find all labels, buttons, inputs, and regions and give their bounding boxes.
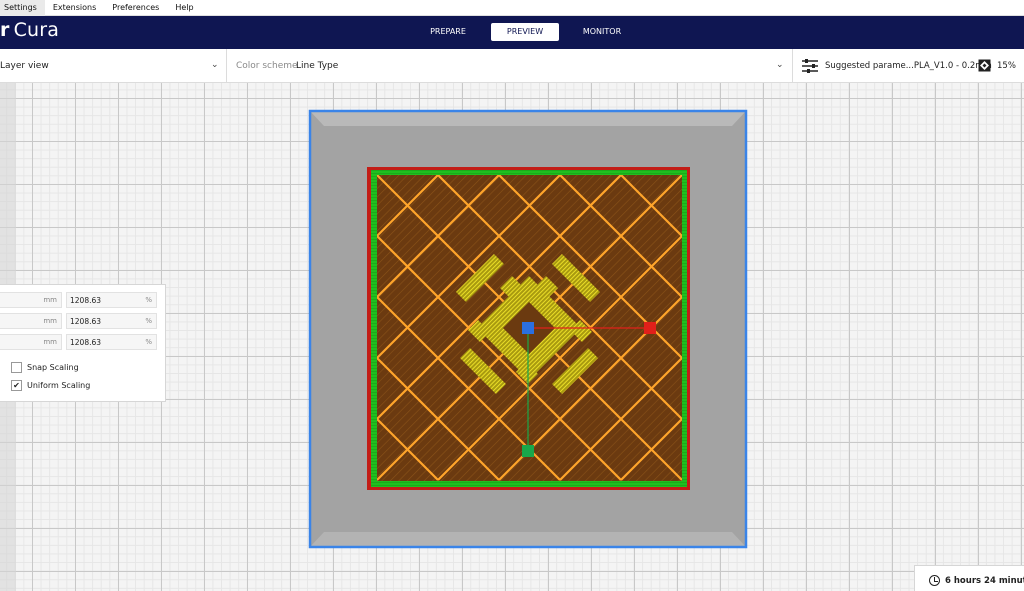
view-toolbar: Layer view ⌄ Color scheme Line Type ⌄ Su… — [0, 49, 1024, 83]
unit-label: mm — [43, 296, 57, 304]
build-plate-scene[interactable] — [300, 104, 760, 554]
scale-x-mm-field[interactable]: mm — [0, 292, 62, 308]
infill-value: 15% — [997, 61, 1016, 71]
chevron-down-icon: ⌄ — [776, 60, 784, 70]
uniform-scaling-option[interactable]: ✔ Uniform Scaling — [11, 379, 90, 391]
unit-label: mm — [43, 338, 57, 346]
sliders-icon — [802, 59, 818, 73]
brand-fragment: r — [0, 19, 10, 41]
percent-value: 1208.63 — [70, 338, 102, 347]
snap-scaling-option[interactable]: Snap Scaling — [11, 361, 79, 373]
scale-row-x: mm 1208.63 % — [0, 292, 160, 308]
menu-preferences[interactable]: Preferences — [104, 0, 167, 16]
print-settings-button[interactable]: Suggested parame...PLA_V1.0 - 0.2mm 15% — [794, 49, 1024, 83]
print-time: 6 hours 24 minutes — [945, 576, 1024, 586]
percent-value: 1208.63 — [70, 296, 102, 305]
menu-extensions[interactable]: Extensions — [45, 0, 104, 16]
scale-row-z: mm 1208.63 % — [0, 334, 160, 350]
tab-monitor[interactable]: MONITOR — [568, 23, 636, 41]
scale-y-mm-field[interactable]: mm — [0, 313, 62, 329]
snap-scaling-label: Snap Scaling — [27, 362, 79, 372]
view-type-label: Layer view — [0, 61, 49, 71]
print-time-panel[interactable]: 6 hours 24 minutes — [914, 565, 1024, 591]
scale-z-mm-field[interactable]: mm — [0, 334, 62, 350]
print-profile-name: Suggested parame...PLA_V1.0 - 0.2mm — [825, 61, 992, 71]
view-type-select[interactable]: Layer view ⌄ — [0, 49, 227, 83]
clock-icon — [929, 575, 940, 586]
unit-label: % — [145, 338, 152, 346]
scale-y-percent-field[interactable]: 1208.63 % — [66, 313, 157, 329]
unit-label: mm — [43, 317, 57, 325]
menu-help[interactable]: Help — [167, 0, 201, 16]
tab-prepare[interactable]: PREPARE — [414, 23, 482, 41]
scale-z-percent-field[interactable]: 1208.63 % — [66, 334, 157, 350]
snap-scaling-checkbox[interactable] — [11, 361, 22, 373]
color-scheme-select[interactable]: Color scheme Line Type ⌄ — [228, 49, 793, 83]
app-header: r Cura PREPARE PREVIEW MONITOR — [0, 16, 1024, 49]
uniform-scaling-checkbox[interactable]: ✔ — [11, 379, 22, 391]
color-scheme-caption: Color scheme — [236, 61, 298, 71]
app-brand: r Cura — [0, 19, 59, 41]
unit-label: % — [145, 296, 152, 304]
color-scheme-value: Line Type — [296, 61, 339, 71]
scale-x-percent-field[interactable]: 1208.63 % — [66, 292, 157, 308]
infill-icon — [978, 59, 991, 72]
scale-tool-panel: mm 1208.63 % mm 1208.63 % mm 1208.63 % S… — [0, 284, 166, 402]
tab-preview[interactable]: PREVIEW — [491, 23, 559, 41]
brand-name: Cura — [13, 19, 60, 41]
stage-tabs: PREPARE PREVIEW MONITOR — [414, 23, 645, 41]
menu-bar: Settings Extensions Preferences Help — [0, 0, 1024, 16]
build-volume-bottom-face — [310, 532, 746, 547]
chevron-down-icon: ⌄ — [211, 60, 219, 70]
percent-value: 1208.63 — [70, 317, 102, 326]
z-axis-handle[interactable] — [522, 322, 534, 334]
scale-row-y: mm 1208.63 % — [0, 313, 160, 329]
unit-label: % — [145, 317, 152, 325]
x-axis-handle[interactable] — [644, 322, 656, 334]
menu-settings[interactable]: Settings — [0, 0, 45, 16]
build-volume-top-face — [310, 111, 746, 126]
y-axis-handle[interactable] — [522, 445, 534, 457]
uniform-scaling-label: Uniform Scaling — [27, 380, 91, 390]
